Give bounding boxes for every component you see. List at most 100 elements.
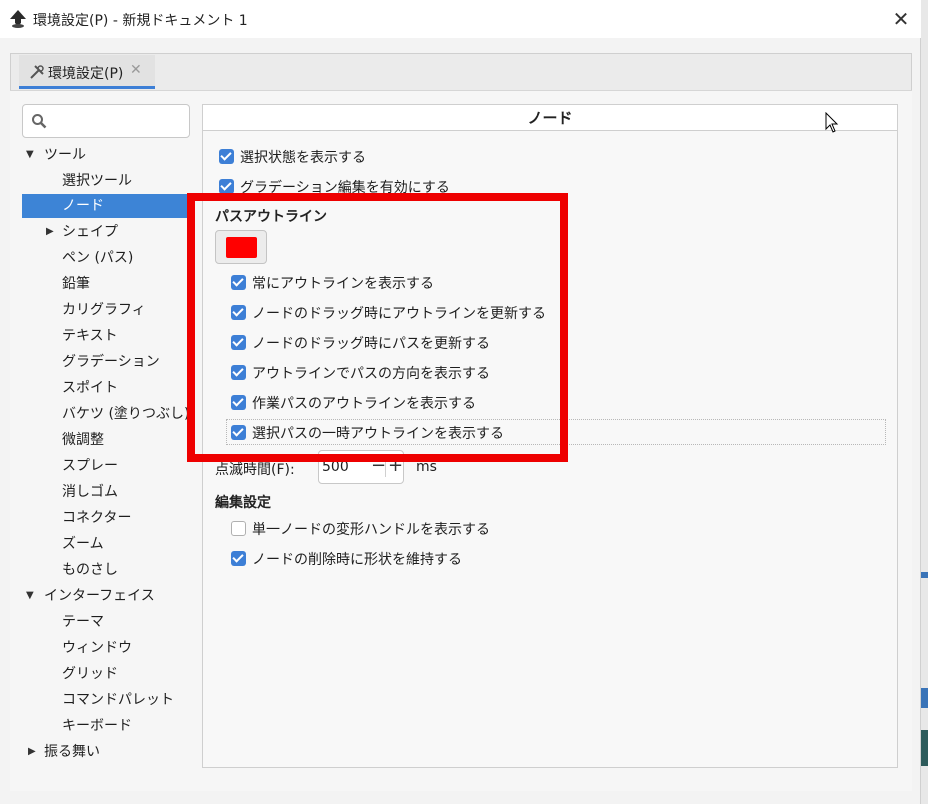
decrement-button[interactable]: − [371,455,386,476]
tree-item-dropper[interactable]: スポイト [22,376,188,400]
search-input[interactable] [22,104,190,138]
tree-label: 選択ツール [62,173,132,189]
option-label: 選択状態を表示する [240,150,366,166]
outline-color-button[interactable] [215,230,267,264]
tree-item-interface[interactable]: ▼ インターフェイス [22,584,188,608]
tree-label: 消しゴム [62,484,118,500]
tree-item-paint-bucket[interactable]: バケツ (塗りつぶし) [22,402,190,426]
window-title: 環境設定(P) - 新規ドキュメント 1 [33,13,248,29]
checkbox-checked[interactable] [231,425,246,440]
tree-label: バケツ (塗りつぶし) [62,406,190,422]
tree-item-command-palette[interactable]: コマンドパレット [22,688,188,712]
checkbox-checked[interactable] [231,395,246,410]
tree-item-shapes[interactable]: ▶ シェイプ [22,220,188,244]
tree-label: コネクター [62,510,132,526]
tree-item-eraser[interactable]: 消しゴム [22,480,188,504]
background-accent-bar [921,730,928,766]
tree-label: スプレー [62,458,118,474]
checkbox-checked[interactable] [231,551,246,566]
option-label: ノードのドラッグ時にアウトラインを更新する [252,306,546,322]
flash-time-spinbutton[interactable]: 500 − + [318,450,404,484]
search-icon [32,114,47,129]
tree-item-zoom[interactable]: ズーム [22,532,188,556]
color-swatch [226,237,257,258]
tab-preferences[interactable]: 環境設定(P) ✕ [19,55,155,89]
tree-label: スポイト [62,380,118,396]
tree-label: ペン (パス) [62,250,134,266]
preferences-window: 環境設定(P) - 新規ドキュメント 1 ✕ 環境設定(P) ✕ ▼ ツール 選… [0,0,921,804]
chevron-right-icon[interactable]: ▶ [28,740,36,764]
tree-item-selector[interactable]: 選択ツール [22,169,188,193]
tree-label: 微調整 [62,432,104,448]
option-label: ノードのドラッグ時にパスを更新する [252,336,490,352]
tree-label: 振る舞い [44,744,100,760]
background-accent-bar [921,688,928,708]
tree-item-grids[interactable]: グリッド [22,662,188,686]
tree-label: インターフェイス [44,588,155,604]
panel-title: ノード [203,105,897,131]
spin-divider [385,457,386,477]
tree-label: コマンドパレット [62,692,174,708]
tree-label: キーボード [62,718,132,734]
tree-label: ズーム [62,536,104,552]
tree-item-pencil[interactable]: 鉛筆 [22,272,188,296]
option-label: グラデーション編集を有効にする [240,180,450,196]
checkbox-unchecked[interactable] [231,521,246,536]
tree-label: テーマ [62,614,104,630]
checkbox-checked[interactable] [231,365,246,380]
option-label: 常にアウトラインを表示する [252,276,434,292]
flash-time-unit: ms [416,459,437,475]
tree-item-gradient[interactable]: グラデーション [22,350,188,374]
checkbox-checked[interactable] [231,305,246,320]
tree-item-calligraphy[interactable]: カリグラフィ [22,298,188,322]
tree-label: カリグラフィ [62,302,146,318]
chevron-right-icon[interactable]: ▶ [46,220,54,244]
mouse-cursor-icon [825,112,839,133]
tree-item-theme[interactable]: テーマ [22,610,188,634]
tree-item-behavior[interactable]: ▶ 振る舞い [22,740,188,764]
section-title-path-outline: パスアウトライン [215,209,327,225]
checkbox-checked[interactable] [231,335,246,350]
tree-label: シェイプ [62,224,118,240]
tab-label: 環境設定(P) [48,66,124,82]
tree-label: グリッド [62,666,118,682]
tree-item-connector[interactable]: コネクター [22,506,188,530]
tools-icon [30,65,44,79]
tree-label: ものさし [62,562,118,578]
tree-label: 鉛筆 [62,276,90,292]
chevron-down-icon[interactable]: ▼ [26,143,34,167]
tree-label: ツール [44,147,86,163]
tree-item-spray[interactable]: スプレー [22,454,188,478]
tree-item-text[interactable]: テキスト [22,324,188,348]
flash-time-label: 点滅時間(F): [215,462,295,478]
tree-item-keyboard[interactable]: キーボード [22,714,188,738]
background-app-edge [921,0,928,804]
tree-label: グラデーション [62,354,160,370]
option-label: 作業パスのアウトラインを表示する [252,396,476,412]
checkbox-checked[interactable] [231,275,246,290]
window-close-button[interactable]: ✕ [888,6,914,32]
checkbox-checked[interactable] [219,179,234,194]
title-bar: 環境設定(P) - 新規ドキュメント 1 ✕ [0,0,921,38]
tree-item-node[interactable]: ノード [22,194,188,218]
inkscape-icon [10,10,26,28]
tree-label: ウィンドウ [62,640,132,656]
tree-item-pen[interactable]: ペン (パス) [22,246,188,270]
section-title-editing: 編集設定 [215,495,271,511]
tree-item-tweak[interactable]: 微調整 [22,428,188,452]
option-label: ノードの削除時に形状を維持する [252,552,462,568]
option-label: 選択パスの一時アウトラインを表示する [252,426,504,442]
tree-item-measure[interactable]: ものさし [22,558,188,582]
tree-item-tools[interactable]: ▼ ツール [22,143,188,167]
flash-time-value[interactable]: 500 [322,459,349,475]
option-label: 単一ノードの変形ハンドルを表示する [252,522,490,538]
increment-button[interactable]: + [388,455,403,476]
background-accent-bar [921,572,928,578]
chevron-down-icon[interactable]: ▼ [26,584,34,608]
tree-label: テキスト [62,328,118,344]
checkbox-checked[interactable] [219,149,234,164]
tree-item-windows[interactable]: ウィンドウ [22,636,188,660]
tab-close-icon[interactable]: ✕ [130,62,142,78]
option-label: アウトラインでパスの方向を表示する [252,366,490,382]
tree-label: ノード [62,198,104,214]
